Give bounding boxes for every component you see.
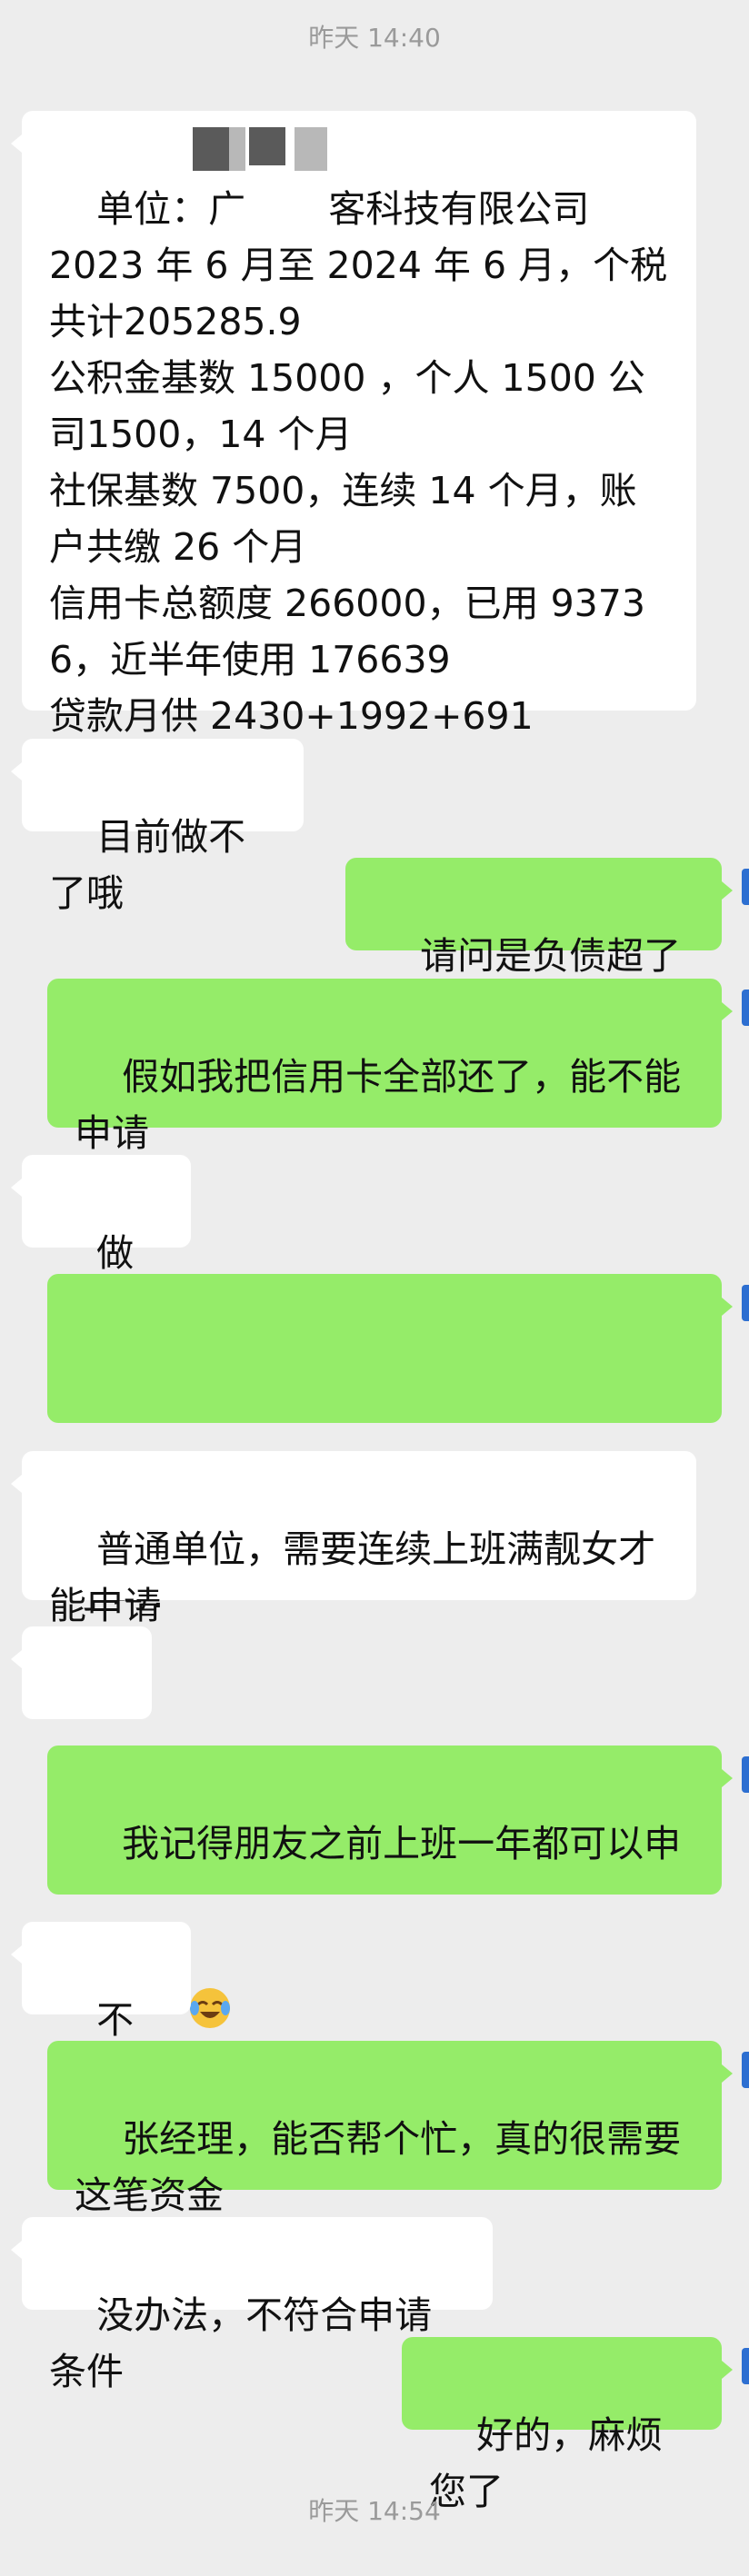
avatar[interactable]	[742, 2348, 749, 2384]
message-text: 单位：广 客科技有限公司 2023 年 6 月至 2024 年 6 月，个税共计…	[49, 187, 668, 738]
message-text: 目前做不了哦	[49, 815, 246, 915]
message-text: 没办法，不符合申请条件	[49, 2293, 433, 2393]
message-bubble-incoming[interactable]: 普通单位，需要连续上班满靓女才能申请	[11, 1451, 696, 1627]
message-bubble-outgoing[interactable]: 好的，麻烦您了	[402, 2337, 733, 2513]
avatar[interactable]	[742, 869, 749, 905]
chat-view: 昨天 14:40 单位：广 客科技有限公司 2023 年 6 月至 2024 年…	[0, 0, 749, 2540]
message-bubble-outgoing[interactable]: 假如我把信用卡全部还了，能不能申请	[47, 979, 733, 1155]
avatar[interactable]	[742, 1285, 749, 1321]
message-bubble-incoming[interactable]: 两年	[11, 1626, 152, 1803]
message-bubble-incoming[interactable]: 单位：广 客科技有限公司 2023 年 6 月至 2024 年 6 月，个税共计…	[11, 111, 696, 738]
avatar[interactable]	[742, 990, 749, 1026]
redaction-block	[295, 127, 327, 171]
message-bubble-outgoing[interactable]: 我记得朋友之前上班一年都可以申请的啊	[47, 1746, 733, 2088]
message-bubble-outgoing[interactable]: 请问是负债超了吗?	[345, 858, 733, 1034]
avatar[interactable]	[742, 1756, 749, 1793]
message-bubble-incoming[interactable]: 目前做不了哦	[11, 739, 304, 915]
message-text: 普通单位，需要连续上班满靓女才能申请	[49, 1527, 656, 1627]
message-bubble-outgoing[interactable]: 能不能告知一下是什么原因做不了吗?	[47, 1274, 733, 1616]
message-text: 张经理，能否帮个忙，真的很需要这笔资金	[75, 2117, 682, 2217]
face-with-tears-emoji	[186, 1872, 234, 2028]
message-bubble-incoming[interactable]: 没办法，不符合申请条件	[11, 2217, 493, 2393]
redaction-block	[229, 127, 245, 171]
timestamp-bottom: 昨天 14:54	[308, 2496, 441, 2526]
timestamp-top: 昨天 14:40	[308, 23, 441, 53]
message-bubble-outgoing[interactable]: 张经理，能否帮个忙，真的很需要这笔资金	[47, 2041, 733, 2217]
message-bubble-incoming[interactable]: 做不了	[11, 1155, 191, 1331]
avatar[interactable]	[742, 2052, 749, 2088]
face-with-tears-emoji	[122, 1344, 169, 1500]
message-text: 假如我把信用卡全部还了，能不能申请	[75, 1055, 682, 1155]
redaction-block	[249, 127, 285, 165]
redaction-block	[193, 127, 229, 171]
message-bubble-incoming[interactable]: 不行哦	[11, 1922, 191, 2098]
